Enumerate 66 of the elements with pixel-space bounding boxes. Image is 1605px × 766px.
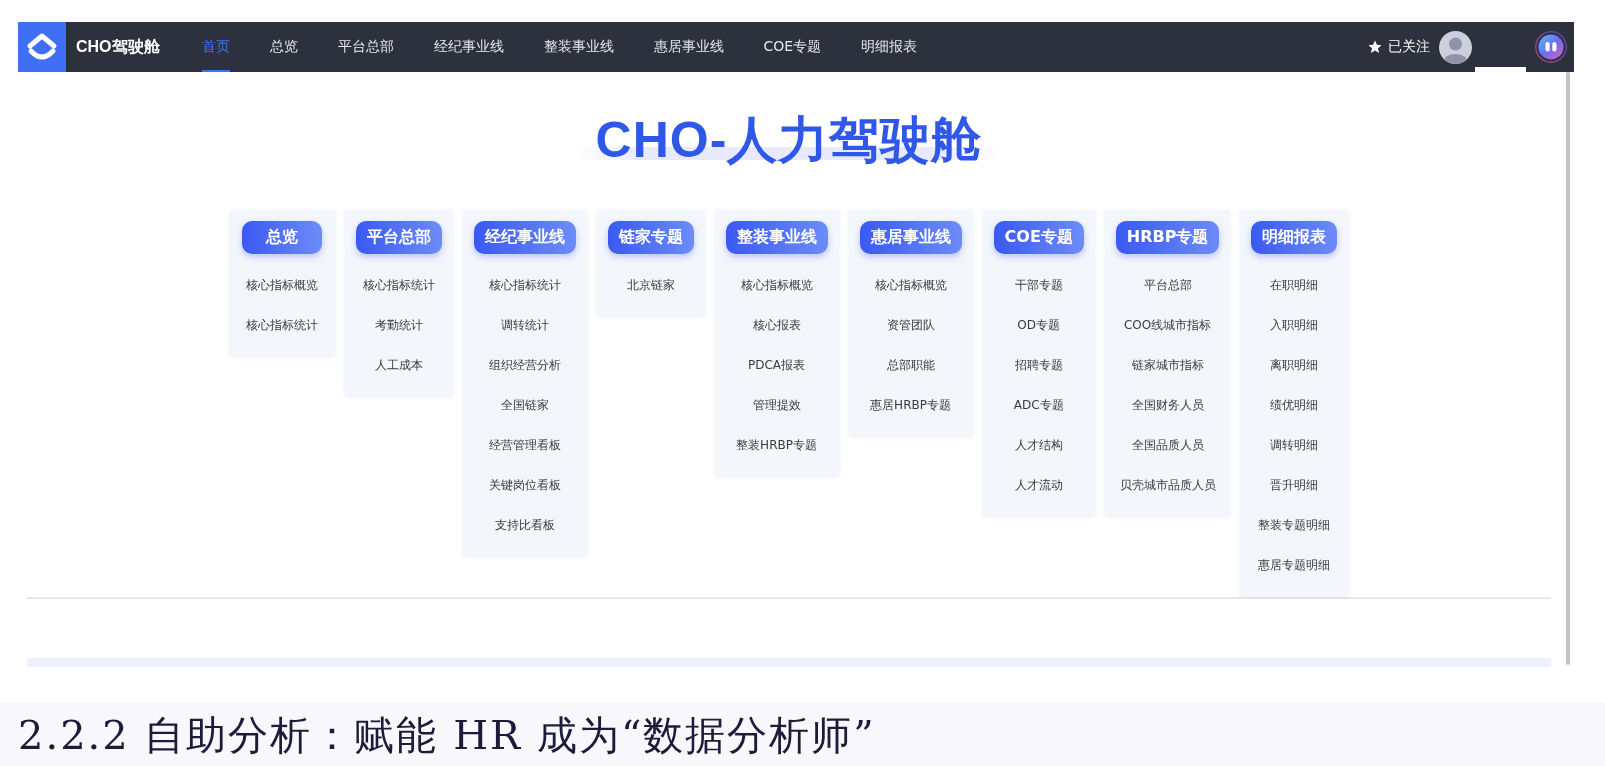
report-link[interactable]: 关键岗位看板 — [488, 465, 561, 505]
report-link[interactable]: 调转明细 — [1270, 425, 1319, 465]
report-link[interactable]: 人才结构 — [1014, 425, 1063, 465]
report-link[interactable]: 在职明细 — [1270, 265, 1319, 305]
avatar-icon[interactable] — [1439, 30, 1472, 64]
report-link[interactable]: 人才流动 — [1014, 465, 1063, 505]
report-link[interactable]: OD专题 — [1017, 305, 1060, 345]
category-heading: 链家专题 — [607, 221, 694, 254]
report-link[interactable]: 全国财务人员 — [1131, 385, 1204, 425]
report-link[interactable]: 管理提效 — [752, 385, 801, 425]
report-link[interactable]: 核心报表 — [752, 305, 801, 345]
category-heading: 总览 — [242, 221, 323, 254]
nav-tab[interactable]: 整装事业线 — [523, 22, 634, 72]
report-link[interactable]: 整装HRBP专题 — [736, 425, 817, 465]
report-link[interactable]: 招聘专题 — [1014, 345, 1063, 385]
category-heading: 经纪事业线 — [473, 221, 576, 254]
nav-tab[interactable]: COE专题 — [743, 22, 842, 72]
report-link[interactable]: 全国链家 — [500, 385, 549, 425]
report-link[interactable]: 核心指标统计 — [246, 305, 319, 345]
report-link[interactable]: 经营管理看板 — [488, 425, 561, 465]
report-link[interactable]: ADC专题 — [1013, 385, 1064, 425]
report-link[interactable]: 考勤统计 — [374, 305, 423, 345]
report-link[interactable]: 核心指标统计 — [362, 265, 435, 305]
report-link[interactable]: 晋升明细 — [1270, 465, 1319, 505]
brand-name: CHO驾驶舱 — [76, 36, 160, 57]
document-heading: 2.2.2 自助分析：赋能 HR 成为“数据分析师” — [18, 710, 876, 759]
logo-icon — [18, 22, 66, 72]
report-link[interactable]: 惠居HRBP专题 — [870, 385, 951, 425]
report-link[interactable]: 核心指标概览 — [740, 265, 813, 305]
report-link[interactable]: 干部专题 — [1014, 265, 1063, 305]
nav-tab[interactable]: 平台总部 — [317, 22, 414, 72]
report-link[interactable]: PDCA报表 — [748, 345, 806, 385]
report-link[interactable]: 调转统计 — [500, 305, 549, 345]
report-link[interactable]: 支持比看板 — [494, 505, 555, 545]
nav-tab[interactable]: 明细报表 — [841, 22, 938, 72]
category-heading: 惠居事业线 — [859, 221, 962, 254]
category-heading: HRBP专题 — [1115, 221, 1220, 254]
follow-button[interactable]: 已关注 — [1368, 38, 1430, 56]
report-link[interactable]: 资管团队 — [886, 305, 935, 345]
report-link[interactable]: 核心指标统计 — [488, 265, 561, 305]
report-link[interactable]: 北京链家 — [626, 265, 675, 305]
report-link[interactable]: 核心指标概览 — [246, 265, 319, 305]
report-link[interactable]: 核心指标概览 — [874, 265, 947, 305]
report-link[interactable]: 平台总部 — [1143, 265, 1192, 305]
dropdown-edge — [1475, 67, 1526, 72]
category-heading: COE专题 — [993, 221, 1084, 254]
report-link[interactable]: 总部职能 — [886, 345, 935, 385]
report-link[interactable]: 贝壳城市品质人员 — [1119, 465, 1216, 505]
report-link[interactable]: 整装专题明细 — [1258, 505, 1331, 545]
report-link[interactable]: 离职明细 — [1270, 345, 1319, 385]
category-heading: 整装事业线 — [725, 221, 828, 254]
report-link[interactable]: 惠居专题明细 — [1258, 545, 1331, 585]
scrollbar[interactable] — [1566, 72, 1570, 665]
assistant-icon[interactable] — [1535, 31, 1567, 63]
nav-tab[interactable]: 惠居事业线 — [633, 22, 744, 72]
report-link[interactable]: 人工成本 — [374, 345, 423, 385]
nav-tab[interactable]: 总览 — [249, 22, 318, 72]
report-link[interactable]: COO线城市指标 — [1124, 305, 1212, 345]
category-heading: 明细报表 — [1251, 221, 1338, 254]
report-link[interactable]: 组织经营分析 — [488, 345, 561, 385]
nav-tab[interactable]: 经纪事业线 — [413, 22, 524, 72]
report-link[interactable]: 全国品质人员 — [1131, 425, 1204, 465]
report-link[interactable]: 入职明细 — [1270, 305, 1319, 345]
report-link[interactable]: 链家城市指标 — [1131, 345, 1204, 385]
report-link[interactable]: 绩优明细 — [1270, 385, 1319, 425]
category-heading: 平台总部 — [355, 221, 442, 254]
